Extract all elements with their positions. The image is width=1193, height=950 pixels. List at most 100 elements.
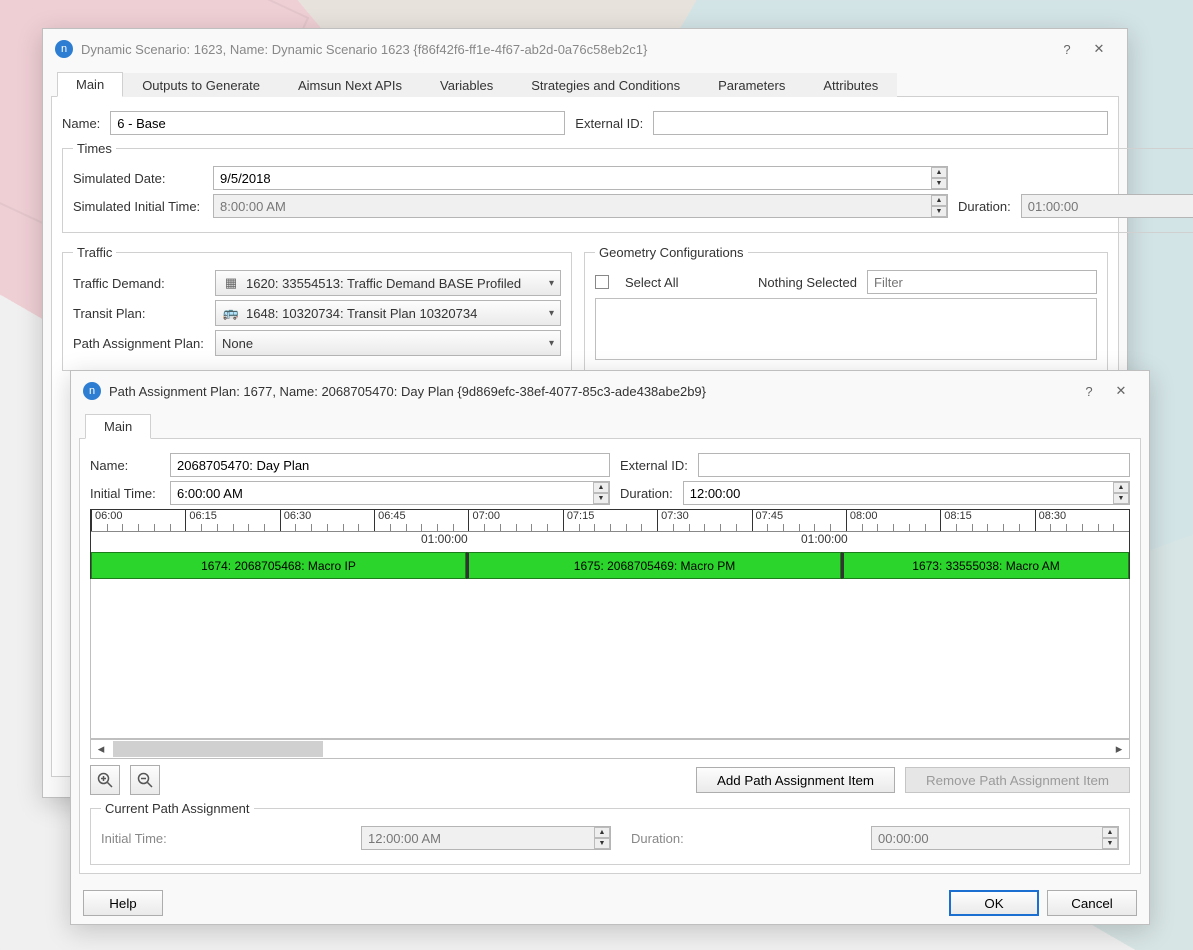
ruler-minor-tick <box>814 524 815 532</box>
span-label: 01:00:00 <box>421 532 468 546</box>
geometry-list[interactable] <box>595 298 1097 360</box>
close-button[interactable]: ✕ <box>1105 377 1137 405</box>
zoom-out-button[interactable] <box>130 765 160 795</box>
spin-down-icon[interactable]: ▼ <box>1113 493 1129 504</box>
ruler-minor-tick <box>1113 524 1114 532</box>
ruler-minor-tick <box>956 524 957 532</box>
sim-date-input[interactable] <box>213 166 948 190</box>
ruler-minor-tick <box>406 524 407 532</box>
ruler-minor-tick <box>264 524 265 532</box>
spin-down-icon[interactable]: ▼ <box>593 493 609 504</box>
cpa-initial-time-label: Initial Time: <box>101 831 351 846</box>
transit-plan-label: Transit Plan: <box>73 306 205 321</box>
zoom-in-icon <box>97 772 113 788</box>
ruler-minor-tick <box>1003 524 1004 532</box>
external-id-input[interactable] <box>698 453 1130 477</box>
ruler-minor-tick <box>925 524 926 532</box>
name-input[interactable] <box>170 453 610 477</box>
scroll-thumb[interactable] <box>113 741 323 757</box>
titlebar: n Dynamic Scenario: 1623, Name: Dynamic … <box>43 29 1127 69</box>
scroll-track[interactable] <box>111 740 1109 758</box>
transit-plan-combo[interactable]: 🚌 1648: 10320734: Transit Plan 10320734 … <box>215 300 561 326</box>
chevron-down-icon: ▾ <box>549 278 554 289</box>
path-assignment-combo[interactable]: None ▾ <box>215 330 561 356</box>
help-button[interactable]: ? <box>1073 377 1105 405</box>
spin-down-icon: ▼ <box>1102 838 1118 849</box>
spin-up-icon: ▲ <box>1102 827 1118 838</box>
spin-down-icon[interactable]: ▼ <box>931 178 947 189</box>
help-button[interactable]: Help <box>83 890 163 916</box>
tab-strategies[interactable]: Strategies and Conditions <box>512 73 699 97</box>
timeline-bar[interactable]: 1674: 2068705468: Macro IP <box>91 552 466 579</box>
spin-up-icon[interactable]: ▲ <box>931 167 947 178</box>
grid-icon: ▦ <box>222 275 240 291</box>
spin-up-icon[interactable]: ▲ <box>593 482 609 493</box>
ruler-minor-tick <box>641 524 642 532</box>
tab-main[interactable]: Main <box>57 72 123 97</box>
tab-attributes[interactable]: Attributes <box>804 73 897 97</box>
scroll-left-icon[interactable]: ◂ <box>91 740 111 758</box>
tab-outputs[interactable]: Outputs to Generate <box>123 73 279 97</box>
path-assignment-label: Path Assignment Plan: <box>73 336 205 351</box>
window-title: Dynamic Scenario: 1623, Name: Dynamic Sc… <box>81 42 1051 57</box>
dialog-footer: Help OK Cancel <box>71 882 1149 924</box>
filter-input[interactable] <box>867 270 1097 294</box>
timeline-bar[interactable]: 1673: 33555038: Macro AM <box>841 552 1129 579</box>
ruler-minor-tick <box>830 524 831 532</box>
ruler-minor-tick <box>327 524 328 532</box>
titlebar: n Path Assignment Plan: 1677, Name: 2068… <box>71 371 1149 411</box>
bus-icon: 🚌 <box>222 305 240 321</box>
ruler-minor-tick <box>799 524 800 532</box>
ruler-minor-tick <box>1050 524 1051 532</box>
spin-up-icon: ▲ <box>931 195 947 206</box>
ruler-minor-tick <box>500 524 501 532</box>
cpa-initial-time-input <box>361 826 611 850</box>
cancel-button[interactable]: Cancel <box>1047 890 1137 916</box>
ruler-minor-tick <box>909 524 910 532</box>
tab-main[interactable]: Main <box>85 414 151 439</box>
timeline-bar[interactable]: 1675: 2068705469: Macro PM <box>466 552 841 579</box>
spin-down-icon: ▼ <box>931 206 947 217</box>
add-path-assignment-button[interactable]: Add Path Assignment Item <box>696 767 895 793</box>
duration-input[interactable] <box>683 481 1130 505</box>
select-all-label: Select All <box>625 275 678 290</box>
ruler-minor-tick <box>295 524 296 532</box>
ruler-minor-tick <box>311 524 312 532</box>
ruler-minor-tick <box>248 524 249 532</box>
ruler-minor-tick <box>233 524 234 532</box>
timeline[interactable]: 06:0006:1506:3006:4507:0007:1507:3007:45… <box>90 509 1130 579</box>
timeline-canvas[interactable] <box>90 579 1130 739</box>
chevron-down-icon: ▾ <box>549 338 554 349</box>
tab-variables[interactable]: Variables <box>421 73 512 97</box>
name-label: Name: <box>62 116 100 131</box>
current-path-assignment-fieldset: Current Path Assignment Initial Time: ▲▼… <box>90 801 1130 865</box>
traffic-demand-value: 1620: 33554513: Traffic Demand BASE Prof… <box>246 276 521 291</box>
ruler-minor-tick <box>201 524 202 532</box>
initial-time-input[interactable] <box>170 481 610 505</box>
select-all-checkbox[interactable] <box>595 275 609 289</box>
ruler-minor-tick <box>1098 524 1099 532</box>
ruler-minor-tick <box>893 524 894 532</box>
times-legend: Times <box>73 141 116 156</box>
name-input[interactable] <box>110 111 565 135</box>
initial-time-label: Initial Time: <box>90 486 160 501</box>
help-button[interactable]: ? <box>1051 35 1083 63</box>
ok-button[interactable]: OK <box>949 890 1039 916</box>
ruler-minor-tick <box>437 524 438 532</box>
app-icon: n <box>55 40 73 58</box>
scroll-right-icon[interactable]: ▸ <box>1109 740 1129 758</box>
external-id-input[interactable] <box>653 111 1108 135</box>
spin-up-icon[interactable]: ▲ <box>1113 482 1129 493</box>
ruler-minor-tick <box>390 524 391 532</box>
app-icon: n <box>83 382 101 400</box>
tabs: Main <box>79 411 1141 439</box>
tab-parameters[interactable]: Parameters <box>699 73 804 97</box>
ruler-minor-tick <box>579 524 580 532</box>
timeline-scrollbar[interactable]: ◂ ▸ <box>90 739 1130 759</box>
traffic-demand-combo[interactable]: ▦ 1620: 33554513: Traffic Demand BASE Pr… <box>215 270 561 296</box>
close-button[interactable]: ✕ <box>1083 35 1115 63</box>
duration-input <box>1021 194 1193 218</box>
ruler-minor-tick <box>594 524 595 532</box>
zoom-in-button[interactable] <box>90 765 120 795</box>
tab-apis[interactable]: Aimsun Next APIs <box>279 73 421 97</box>
